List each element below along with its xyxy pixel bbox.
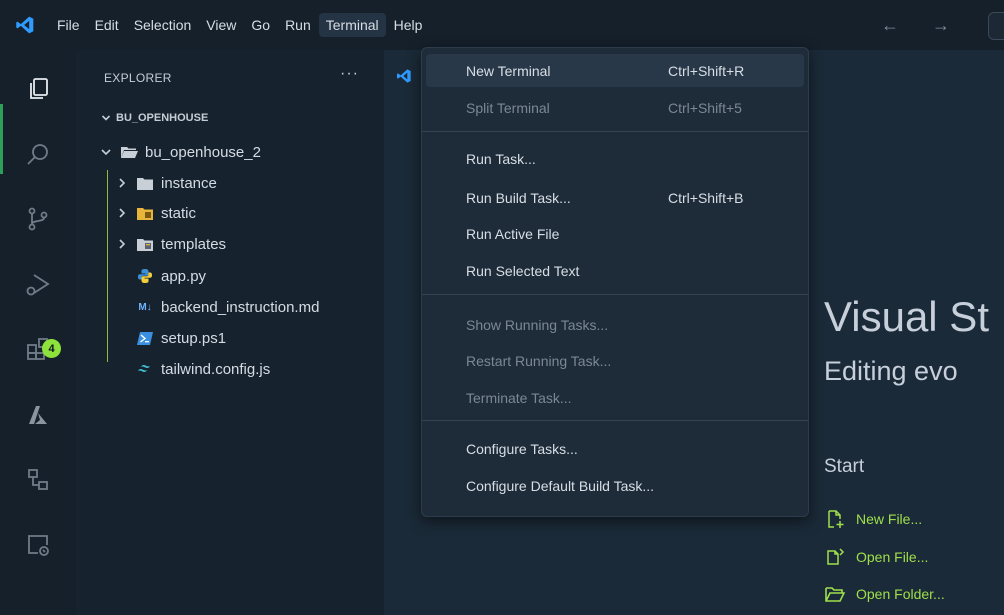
more-actions-icon[interactable]: ···	[340, 65, 359, 83]
activity-bar: 4	[0, 50, 76, 615]
sidebar-title: EXPLORER	[104, 71, 172, 85]
menu-item-label: Configure Tasks...	[466, 440, 578, 457]
terminal-menu: New Terminal Ctrl+Shift+R Split Terminal…	[421, 47, 809, 517]
open-file-label: Open File...	[856, 549, 929, 565]
menu-item-shortcut: Ctrl+Shift+5	[668, 99, 742, 116]
menu-item-label: Run Build Task...	[466, 189, 571, 206]
menu-file[interactable]: File	[50, 13, 87, 37]
explorer-icon[interactable]	[0, 64, 76, 114]
new-file-icon	[824, 509, 846, 529]
folder-icon	[136, 177, 154, 190]
tree-item-backend-instruction-md[interactable]: M↓ backend_instruction.md	[136, 293, 319, 321]
open-file-link[interactable]: Open File...	[824, 547, 928, 567]
new-file-link[interactable]: New File...	[824, 509, 922, 529]
extensions-badge: 4	[42, 339, 61, 358]
menu-item-shortcut: Ctrl+Shift+R	[668, 62, 745, 79]
menu-item-configure-tasks[interactable]: Configure Tasks...	[426, 432, 804, 465]
tree-item-label: instance	[161, 174, 217, 192]
menu-help[interactable]: Help	[387, 13, 430, 37]
command-center[interactable]	[988, 12, 1004, 40]
chevron-right-icon	[114, 207, 130, 219]
menu-item-label: Run Active File	[466, 225, 560, 242]
menu-item-label: Configure Default Build Task...	[466, 477, 655, 494]
tailwind-file-icon	[136, 364, 154, 374]
menu-item-label: Split Terminal	[466, 99, 550, 116]
welcome-title: Visual St	[824, 293, 989, 340]
open-folder-label: Open Folder...	[856, 586, 945, 602]
chevron-right-icon	[114, 238, 130, 250]
powershell-file-icon	[136, 331, 154, 345]
tree-item-label: setup.ps1	[161, 329, 227, 347]
menu-edit[interactable]: Edit	[88, 13, 126, 37]
menu-item-terminate-task[interactable]: Terminate Task...	[426, 381, 804, 414]
menu-item-split-terminal[interactable]: Split Terminal Ctrl+Shift+5	[426, 91, 804, 124]
tree-item-label: backend_instruction.md	[161, 298, 320, 316]
open-folder-link[interactable]: Open Folder...	[824, 585, 945, 603]
tree-item-bu-openhouse-2[interactable]: bu_openhouse_2	[98, 138, 261, 166]
menu-item-label: Run Task...	[466, 150, 536, 167]
menu-terminal[interactable]: Terminal	[318, 13, 386, 37]
menu-separator	[422, 294, 808, 295]
tree-item-app-py[interactable]: app.py	[136, 262, 206, 290]
tree-item-setup-ps1[interactable]: setup.ps1	[136, 324, 226, 352]
open-file-icon	[824, 547, 846, 567]
search-icon[interactable]	[0, 130, 76, 180]
markdown-file-icon: M↓	[138, 301, 152, 313]
tree-item-static[interactable]: static	[114, 199, 196, 227]
explorer-sidebar: EXPLORER ··· BU_OPENHOUSE bu_openhouse_2…	[76, 50, 384, 615]
chevron-right-icon	[114, 177, 130, 189]
menu-item-restart-running-task[interactable]: Restart Running Task...	[426, 344, 804, 377]
tree-item-label: static	[161, 204, 197, 222]
menu-item-run-task[interactable]: Run Task...	[426, 142, 804, 175]
extensions-icon[interactable]	[0, 324, 76, 374]
menu-item-label: Show Running Tasks...	[466, 316, 609, 333]
python-file-icon	[136, 268, 154, 284]
menu-item-label: Run Selected Text	[466, 262, 580, 279]
chevron-down-icon	[98, 113, 114, 123]
run-debug-icon[interactable]	[0, 260, 76, 310]
menu-item-configure-default-build-task[interactable]: Configure Default Build Task...	[426, 469, 804, 502]
menu-go[interactable]: Go	[244, 13, 277, 37]
folder-open-icon	[120, 145, 138, 159]
menu-run[interactable]: Run	[278, 13, 318, 37]
tree-item-tailwind-config-js[interactable]: tailwind.config.js	[136, 355, 270, 383]
azure-icon[interactable]	[0, 390, 76, 440]
tree-item-templates[interactable]: templates	[114, 230, 226, 258]
menu-item-run-active-file[interactable]: Run Active File	[426, 217, 804, 250]
tree-item-instance[interactable]: instance	[114, 169, 217, 197]
root-folder-label: BU_OPENHOUSE	[116, 112, 209, 124]
menu-item-run-build-task[interactable]: Run Build Task... Ctrl+Shift+B	[426, 181, 804, 214]
menu-item-label: New Terminal	[466, 62, 551, 79]
menu-item-label: Terminate Task...	[466, 389, 572, 406]
source-control-icon[interactable]	[0, 194, 76, 244]
menu-separator	[422, 420, 808, 421]
menu-item-show-running-tasks[interactable]: Show Running Tasks...	[426, 308, 804, 341]
vscode-logo-icon	[0, 0, 50, 50]
chevron-down-icon	[98, 146, 114, 158]
start-heading: Start	[824, 456, 865, 477]
menu-item-shortcut: Ctrl+Shift+B	[668, 189, 744, 206]
menu-item-run-selected-text[interactable]: Run Selected Text	[426, 254, 804, 287]
open-folder-icon	[824, 585, 846, 603]
tree-item-label: app.py	[161, 267, 207, 285]
tree-item-label: tailwind.config.js	[161, 360, 271, 378]
menu-item-new-terminal[interactable]: New Terminal Ctrl+Shift+R	[426, 54, 804, 87]
folder-static-icon	[136, 207, 154, 220]
menu-view[interactable]: View	[199, 13, 243, 37]
remote-explorer-icon[interactable]	[0, 455, 76, 505]
nav-arrows[interactable]: ← →	[881, 15, 964, 36]
remote-icon[interactable]	[0, 520, 76, 570]
title-bar: File Edit Selection View Go Run Terminal…	[0, 0, 1004, 50]
tree-item-label: templates	[161, 235, 227, 253]
root-folder-header[interactable]: BU_OPENHOUSE	[98, 112, 208, 124]
vscode-tab-icon[interactable]	[396, 68, 412, 89]
menu-selection[interactable]: Selection	[127, 13, 199, 37]
folder-templates-icon	[136, 238, 154, 251]
tree-item-label: bu_openhouse_2	[145, 143, 261, 161]
welcome-subtitle: Editing evo	[824, 356, 958, 386]
menu-item-label: Restart Running Task...	[466, 352, 612, 369]
menu-separator	[422, 131, 808, 132]
indent-guide	[107, 170, 108, 362]
new-file-label: New File...	[856, 511, 923, 527]
